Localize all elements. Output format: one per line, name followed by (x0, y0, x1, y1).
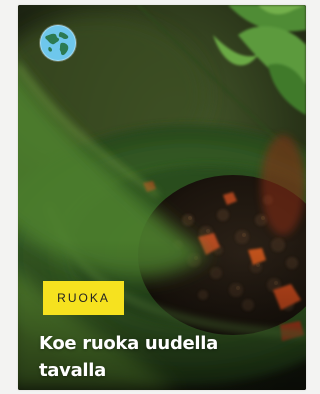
globe-icon (40, 25, 76, 61)
article-headline[interactable]: Koe ruoka uudella tavalla (39, 330, 289, 384)
category-tag-label: RUOKA (57, 291, 110, 305)
article-card[interactable]: RUOKA Koe ruoka uudella tavalla (18, 5, 306, 390)
category-tag[interactable]: RUOKA (43, 281, 124, 315)
